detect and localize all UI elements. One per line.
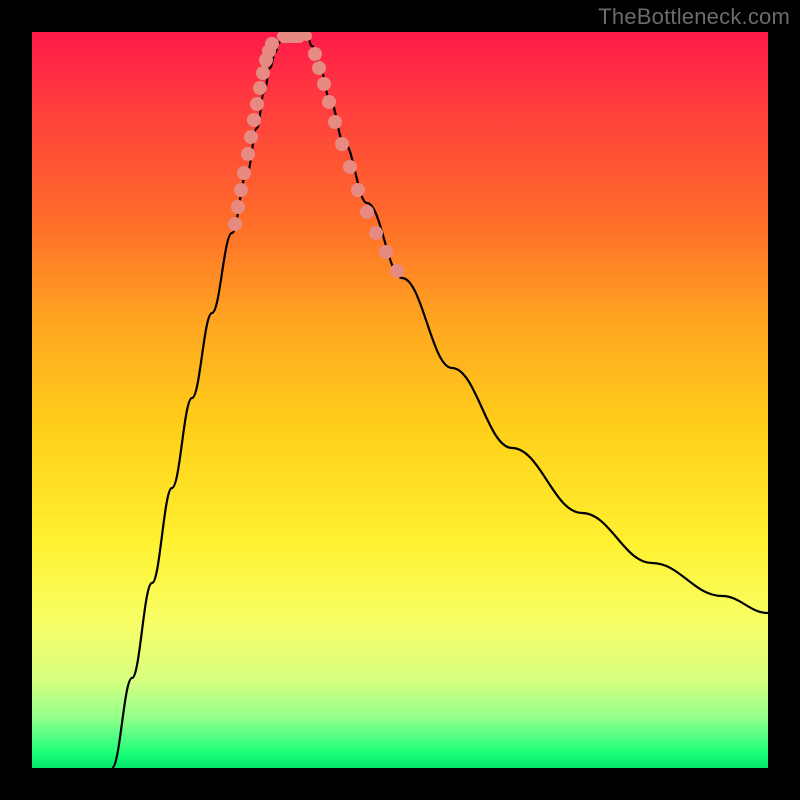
chart-svg: [32, 32, 768, 768]
marker-dot: [244, 130, 258, 144]
marker-dot: [228, 217, 242, 231]
marker-dot: [317, 77, 331, 91]
chart-frame: [32, 32, 768, 768]
marker-dot: [308, 47, 322, 61]
marker-dot: [256, 66, 270, 80]
marker-dot: [369, 226, 383, 240]
marker-dot: [253, 81, 267, 95]
left-curve: [112, 36, 282, 768]
right-dots-group: [308, 47, 404, 278]
marker-dot: [351, 183, 365, 197]
marker-dot: [390, 264, 404, 278]
marker-dot: [250, 97, 264, 111]
marker-dot: [237, 166, 251, 180]
bottom-dot-bar: [278, 32, 305, 43]
marker-dot: [360, 205, 374, 219]
watermark-text: TheBottleneck.com: [598, 4, 790, 30]
marker-dot: [379, 245, 393, 259]
marker-dot: [335, 137, 349, 151]
marker-dot: [322, 95, 336, 109]
marker-dot: [343, 160, 357, 174]
marker-dot: [241, 147, 255, 161]
marker-dot: [312, 61, 326, 75]
marker-dot: [234, 183, 248, 197]
marker-dot: [328, 115, 342, 129]
right-curve: [307, 36, 768, 613]
marker-dot: [231, 200, 245, 214]
marker-dot: [247, 113, 261, 127]
marker-dot: [265, 37, 279, 51]
